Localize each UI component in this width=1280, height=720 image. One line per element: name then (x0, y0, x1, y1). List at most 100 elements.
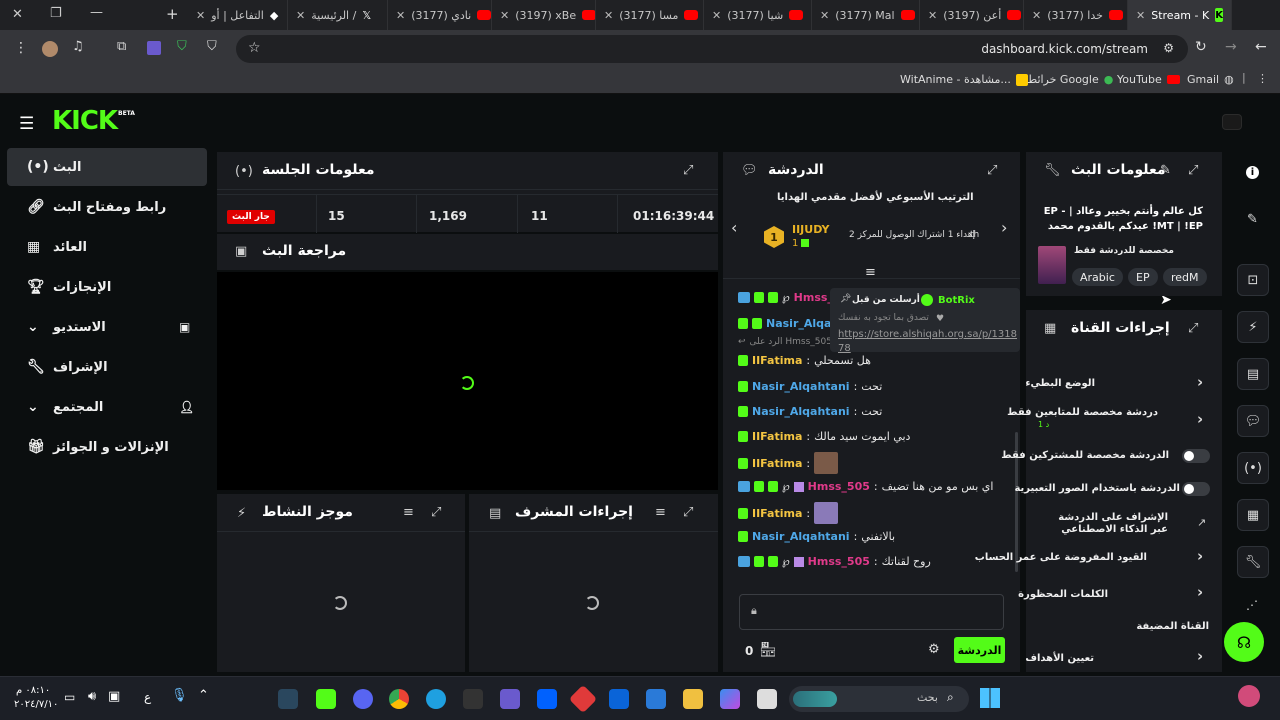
chat-username[interactable]: IIFatima (752, 430, 802, 443)
app-icon[interactable] (757, 689, 777, 709)
close-icon[interactable]: ✕ (712, 9, 721, 22)
user-avatar[interactable] (1222, 114, 1242, 130)
minimize-window-icon[interactable]: — (90, 5, 103, 20)
nav-item-drops[interactable]: 🎁︎ الإنزالات و الجوائز (7, 429, 207, 465)
kick-logo[interactable]: KICK (52, 106, 118, 136)
next-arrow-icon[interactable]: › (1001, 218, 1007, 237)
tag-chip[interactable]: redM (1163, 268, 1207, 286)
site-settings-icon[interactable]: ⚙ (1163, 41, 1174, 55)
rail-chat-button[interactable]: 💬︎ (1237, 405, 1269, 437)
bookmark-gmail[interactable]: Gmail ◍ (1187, 73, 1234, 86)
rail-camera-button[interactable]: ⊡ (1237, 264, 1269, 296)
discord-icon[interactable] (353, 689, 373, 709)
chevron-right-icon[interactable]: › (1197, 583, 1203, 601)
chevron-right-icon[interactable]: › (1197, 410, 1203, 428)
close-icon[interactable]: ✕ (196, 9, 205, 22)
rail-lightning-button[interactable]: ⚡︎ (1237, 311, 1269, 343)
close-icon[interactable]: ✕ (1032, 9, 1041, 22)
tray-overflow-icon[interactable]: ⌃ (198, 688, 209, 703)
chevron-right-icon[interactable]: › (1197, 647, 1203, 665)
chat-username[interactable]: Hmss_505 (808, 480, 870, 493)
media-control-icon[interactable]: ♫ (72, 39, 84, 54)
tag-chip[interactable]: EP (1128, 268, 1158, 286)
extensions-icon[interactable]: ⧉ (117, 39, 126, 54)
action-label[interactable]: الدردشة مخصصة للمشتركين فقط (1001, 450, 1169, 461)
hamburger-menu-icon[interactable]: ☰ (19, 114, 34, 134)
dropbox-icon[interactable] (537, 689, 557, 709)
close-icon[interactable]: ✕ (396, 9, 405, 22)
nav-item-studio[interactable]: ⌄ الاستديو ▣ (7, 309, 207, 345)
action-label[interactable]: الكلمات المحظورة (1018, 589, 1108, 600)
send-chat-button[interactable]: الدردشة (954, 637, 1005, 663)
steam-icon[interactable] (278, 689, 298, 709)
tag-chip[interactable]: Arabic (1072, 268, 1123, 286)
rail-document-button[interactable]: ▤ (1237, 358, 1269, 390)
action-label[interactable]: الدردشة باستخدام الصور التعبيرية (1014, 483, 1180, 494)
url-text[interactable]: dashboard.kick.com/stream (981, 42, 1148, 56)
settings-icon[interactable]: ⚙ (928, 642, 940, 657)
share-icon[interactable]: ⋰ (1246, 598, 1258, 612)
nav-item-stream[interactable]: (•) البث (7, 149, 207, 185)
restore-window-icon[interactable]: ❐ (50, 6, 62, 21)
chrome-icon[interactable] (389, 689, 409, 709)
microphone-icon[interactable]: 🎙︎ (171, 688, 188, 703)
close-window-icon[interactable]: ✕ (12, 7, 23, 22)
windows-start-icon[interactable] (980, 688, 1000, 708)
bookmark-youtube[interactable]: YouTube (1117, 73, 1180, 86)
expand-icon[interactable]: ⤢ (987, 163, 997, 178)
bookmarks-overflow-icon[interactable]: | (1242, 71, 1246, 84)
store-icon[interactable]: 🏪︎ (759, 642, 777, 658)
edit-icon[interactable]: ✎ (1247, 212, 1258, 227)
close-icon[interactable]: ✕ (820, 9, 829, 22)
bookmark-google-maps[interactable]: خرائط Google ● (1027, 73, 1113, 86)
chevron-right-icon[interactable]: › (1197, 547, 1203, 565)
bookmark-star-icon[interactable]: ☆ (248, 40, 261, 56)
support-chat-button[interactable]: ☊ (1224, 622, 1264, 662)
chat-input[interactable]: 🔒︎ (739, 594, 1004, 630)
browser-tab[interactable]: ✕ (3197) أعن (920, 0, 1024, 30)
nav-item-moderation[interactable]: 🔧︎ الإشراف (7, 349, 207, 385)
profile-avatar[interactable] (42, 41, 58, 57)
expand-icon[interactable]: ⤢ (683, 163, 693, 178)
browser-tab-active[interactable]: ✕ Stream - K K (1128, 0, 1232, 30)
bookmark-witanime[interactable]: WitAnime - مشاهدة... (900, 73, 1028, 86)
close-icon[interactable]: ✕ (296, 9, 305, 22)
chat-username[interactable]: IIFatima (752, 354, 802, 367)
back-icon[interactable]: → (1225, 39, 1237, 55)
clock-time[interactable]: ٠٨:١٠ م (16, 685, 50, 696)
expand-icon[interactable]: ⤢ (431, 505, 441, 520)
rail-broadcast-button[interactable]: (•) (1237, 452, 1269, 484)
rail-actions-button[interactable]: ▦ (1237, 499, 1269, 531)
language-indicator[interactable]: ع (144, 690, 151, 704)
browser-tab[interactable]: ✕ (3177) نادي (388, 0, 492, 30)
action-label[interactable]: الوضع البطيء (1025, 378, 1095, 389)
action-label[interactable]: القناة المضيفة (1136, 621, 1209, 632)
action-label[interactable]: دردشة مخصصة للمتابعين فقط (1007, 407, 1158, 418)
browser-tab[interactable]: ✕ الرئيسية / 𝕏 (288, 0, 388, 30)
browser-tab[interactable]: ✕ (3177) خدا (1024, 0, 1128, 30)
notification-avatar[interactable] (1238, 685, 1260, 707)
browser-tab[interactable]: ✕ (3177) Mal (812, 0, 920, 30)
file-explorer-icon[interactable] (683, 689, 703, 709)
app-icon[interactable] (568, 684, 598, 714)
chat-username[interactable]: Hmss_505 (808, 555, 870, 568)
extension-icon[interactable] (147, 41, 161, 55)
kick-app-icon[interactable] (316, 689, 336, 709)
copilot-icon[interactable] (720, 689, 740, 709)
expand-icon[interactable]: ⤢ (1188, 321, 1198, 336)
close-icon[interactable]: ✕ (500, 9, 509, 22)
edit-icon[interactable]: ✎ (1160, 163, 1171, 178)
close-icon[interactable]: ✕ (928, 9, 937, 22)
emote-only-toggle[interactable] (1182, 482, 1210, 496)
shield-icon[interactable]: ⛉ (177, 39, 187, 54)
shield-icon[interactable]: ⛉ (207, 39, 217, 54)
browser-tab[interactable]: ✕ التفاعل | أو ◆ (188, 0, 288, 30)
new-tab-button[interactable]: + (166, 5, 179, 23)
pinned-message[interactable]: 📌︎ أرسلت من قبل BotRix ♥ تصدق بما تجود ب… (830, 288, 1020, 354)
chat-username[interactable]: Nasir_Alqahtani (752, 405, 850, 418)
reload-icon[interactable]: ↻ (1195, 39, 1207, 55)
chat-username[interactable]: IIFatima (752, 507, 802, 520)
action-label[interactable]: تعيين الأهداف (1025, 653, 1094, 664)
filter-icon[interactable]: ≡ (655, 505, 666, 520)
prev-arrow-icon[interactable]: ‹ (731, 218, 737, 237)
